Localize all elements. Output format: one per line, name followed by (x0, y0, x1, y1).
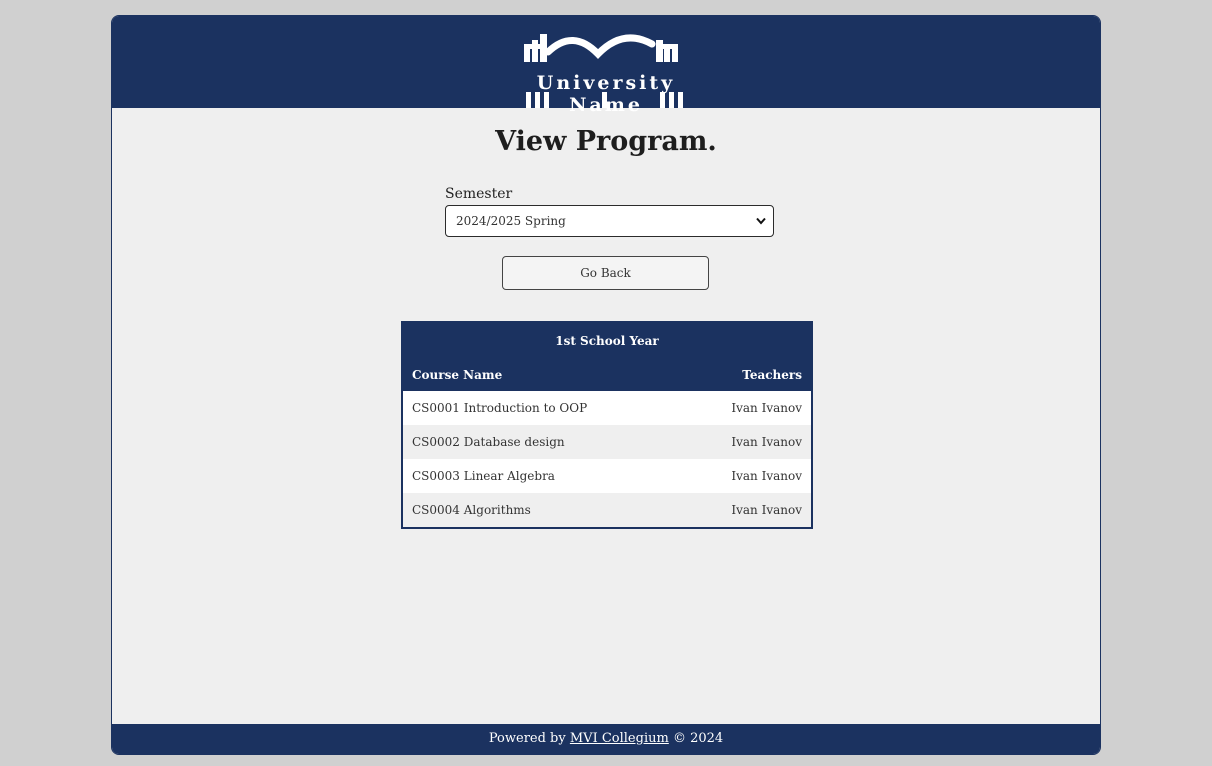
page-title: View Program. (495, 126, 717, 157)
table-row: CS0002 Database design Ivan Ivanov (402, 425, 812, 459)
course-name-cell: CS0003 Linear Algebra (402, 459, 683, 493)
course-name-cell: CS0004 Algorithms (402, 493, 683, 528)
footer-mvi-collegium-link[interactable]: MVI Collegium (570, 731, 669, 746)
site-header: University Name (112, 16, 1100, 116)
teacher-cell: Ivan Ivanov (682, 391, 812, 425)
course-name-cell: CS0001 Introduction to OOP (402, 391, 683, 425)
teacher-cell: Ivan Ivanov (682, 493, 812, 528)
logo-text: University Name (536, 72, 676, 116)
footer-prefix: Powered by (488, 731, 566, 746)
chevron-down-icon (756, 217, 766, 225)
course-name-cell: CS0002 Database design (402, 425, 683, 459)
table-row: CS0003 Linear Algebra Ivan Ivanov (402, 459, 812, 493)
school-year-header: 1st School Year (402, 322, 812, 359)
table-row: CS0001 Introduction to OOP Ivan Ivanov (402, 391, 812, 425)
go-back-button[interactable]: Go Back (502, 256, 709, 290)
program-table: 1st School Year Course Name Teachers CS0… (401, 321, 813, 529)
column-header-teachers: Teachers (682, 359, 812, 391)
table-row: CS0004 Algorithms Ivan Ivanov (402, 493, 812, 528)
site-footer: Powered by MVI Collegium © 2024 (112, 724, 1100, 754)
column-header-course-name: Course Name (402, 359, 683, 391)
semester-select[interactable]: 2024/2025 Spring (445, 205, 774, 237)
teacher-cell: Ivan Ivanov (682, 425, 812, 459)
semester-label: Semester (445, 186, 513, 202)
teacher-cell: Ivan Ivanov (682, 459, 812, 493)
footer-copyright: © 2024 (672, 731, 724, 746)
university-logo[interactable]: University Name (498, 24, 714, 116)
app-frame: University Name View Program. Semester 2… (111, 15, 1101, 755)
semester-select-value: 2024/2025 Spring (456, 214, 566, 228)
